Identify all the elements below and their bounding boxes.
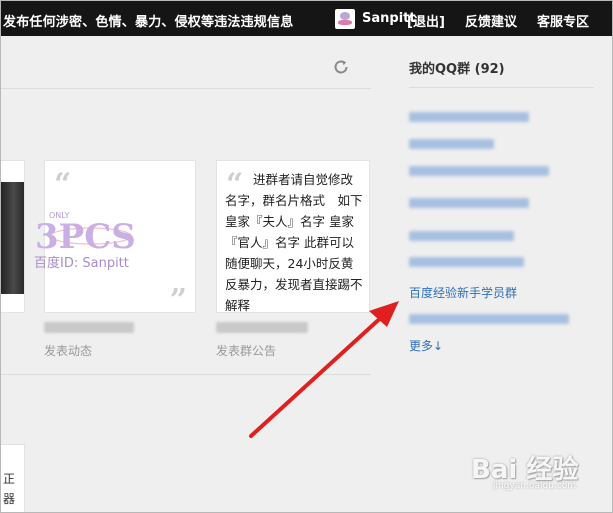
group-item[interactable]: [409, 229, 514, 243]
partial-card-text: 正 器: [3, 472, 16, 506]
screenshot-frame: 发布任何涉密、色情、暴力、侵权等违法违规信息 Sanpitt [退出] 反馈建议…: [0, 0, 613, 513]
announcement-text: 进群者请自觉修改名字，群名片格式 如下皇家『夫人』名字 皇家『官人』名字 此群可…: [225, 172, 363, 313]
feedback-link[interactable]: 反馈建议: [465, 11, 517, 30]
customer-service-link[interactable]: 客服专区: [537, 11, 589, 30]
feed-card-partial[interactable]: 正 器: [1, 444, 25, 512]
open-quote-icon: “: [54, 167, 72, 202]
sidebar-title: 我的QQ群 (92): [409, 62, 505, 77]
top-bar: 发布任何涉密、色情、暴力、侵权等违法违规信息 Sanpitt [退出] 反馈建议…: [1, 1, 612, 36]
group-item[interactable]: [409, 110, 529, 124]
refresh-icon[interactable]: [332, 58, 350, 76]
feed-card-post[interactable]: “ ”: [44, 160, 196, 318]
group-item[interactable]: [409, 312, 569, 326]
more-groups-link[interactable]: 更多↓: [409, 337, 443, 354]
close-quote-icon: ”: [169, 283, 187, 318]
card2-caption: 发表群公告: [216, 344, 277, 358]
group-link-baidu-jingyan[interactable]: 百度经验新手学员群: [409, 284, 517, 301]
feed-card-announcement[interactable]: “ 进群者请自觉修改名字，群名片格式 如下皇家『夫人』名字 皇家『官人』名字 此…: [216, 160, 370, 313]
group-item[interactable]: [409, 196, 529, 210]
blurred-author-name[interactable]: [44, 322, 134, 333]
card2-meta: 发表群公告: [216, 322, 308, 358]
user-avatar[interactable]: [335, 9, 355, 29]
feed-toolbar: [1, 36, 371, 89]
qq-group-sidebar: 我的QQ群 (92) 百度经验新手学员群 更多↓: [391, 36, 612, 512]
feed-divider: [1, 374, 371, 375]
card1-meta: 发表动态: [44, 322, 134, 358]
notice-text: 发布任何涉密、色情、暴力、侵权等违法违规信息: [3, 15, 294, 30]
card1-caption: 发表动态: [44, 344, 93, 358]
group-feed: “ ” “ 进群者请自觉修改名字，群名片格式 如下皇家『夫人』名字 皇家『官人』…: [1, 36, 371, 512]
sidebar-divider: [409, 87, 594, 88]
group-item[interactable]: [409, 164, 549, 178]
group-item[interactable]: [409, 255, 524, 269]
group-item[interactable]: [409, 137, 494, 151]
card-image: [1, 182, 24, 294]
blurred-author-name[interactable]: [216, 322, 308, 333]
feed-card-image[interactable]: [1, 160, 25, 313]
logout-link[interactable]: [退出]: [407, 11, 445, 30]
